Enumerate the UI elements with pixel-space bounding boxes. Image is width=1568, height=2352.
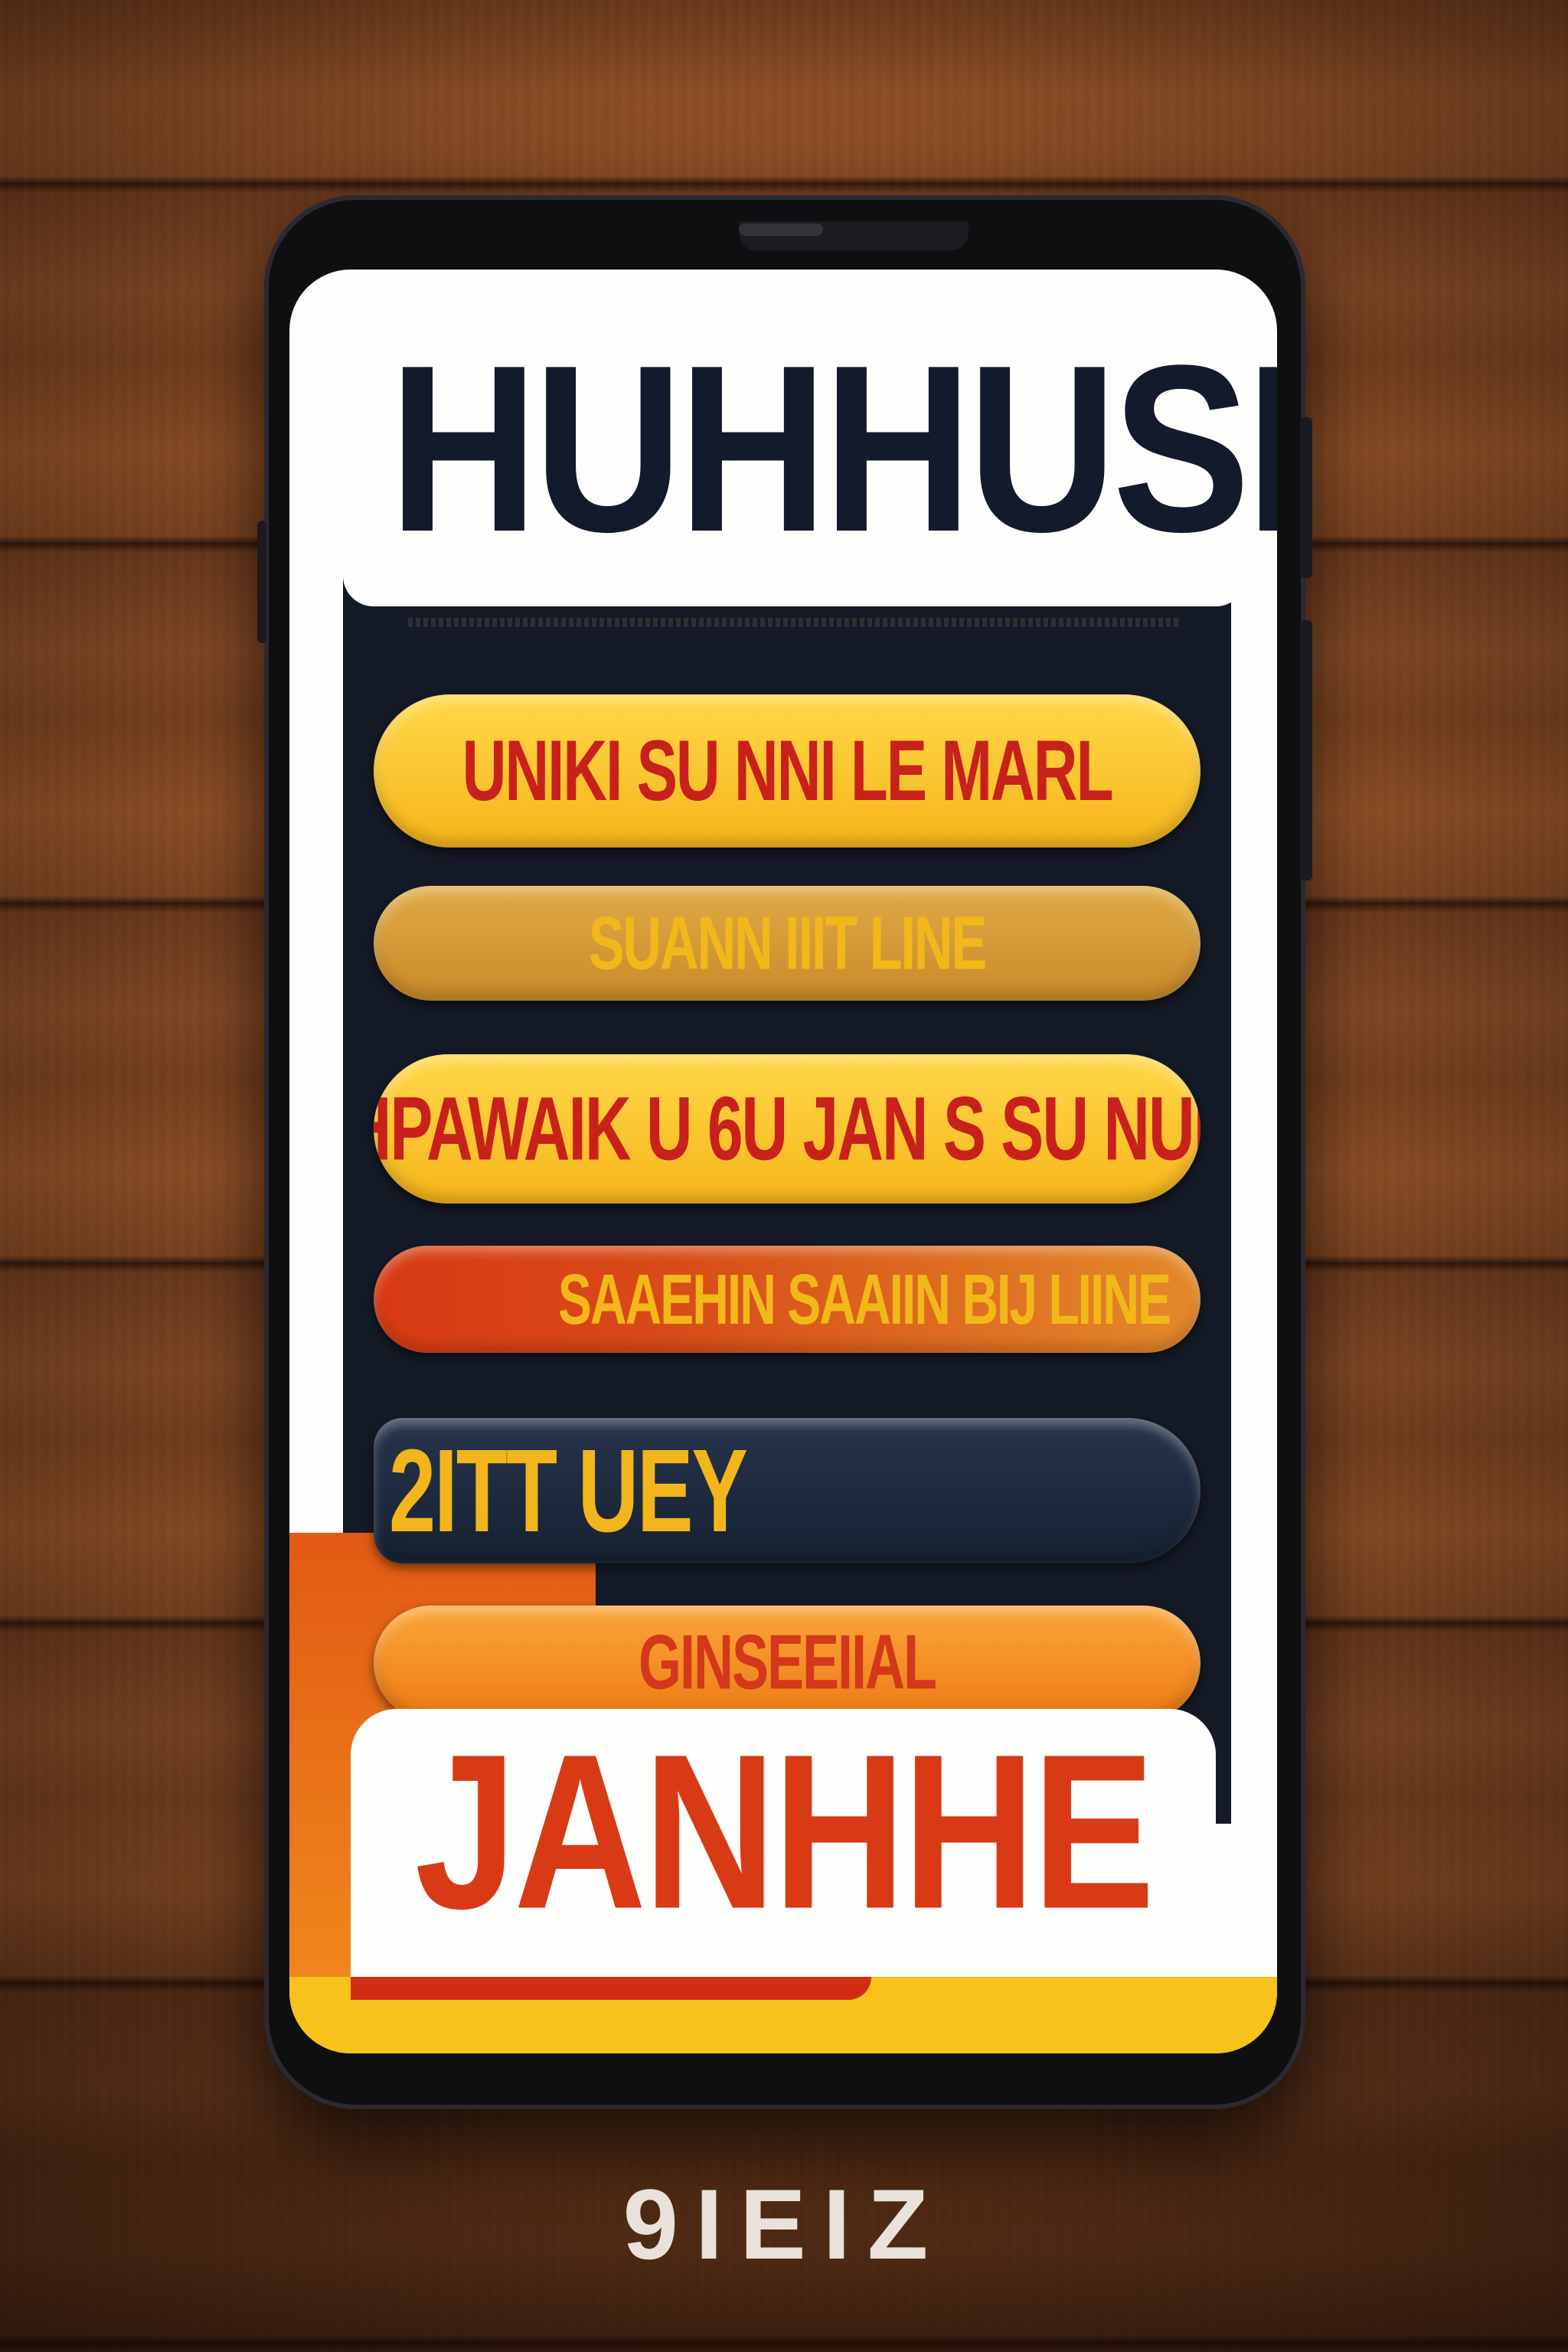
footer-title: JANHHE — [351, 1721, 1216, 1942]
red-footer-band — [351, 1977, 871, 2000]
menu-button-4[interactable]: SAAEHIN SAAIIN BIJ LIINE — [374, 1246, 1200, 1353]
menu-button-label: GINSEEIIAL — [638, 1620, 937, 1706]
menu-button-2[interactable]: SUANN IIIT LINE — [374, 886, 1200, 1001]
brand-wordmark: 9IEIZ — [622, 2168, 946, 2280]
menu-button-5[interactable]: 2ITT UEY — [374, 1418, 1200, 1563]
title-underline — [408, 618, 1181, 627]
phone-screen: HUHHUSE UNIKI SU NNI LE MARL SUANN IIIT … — [289, 270, 1277, 2053]
menu-button-label: TIHPAWAIK U 6U JAN S SU NUNN — [374, 1078, 1200, 1179]
menu-button-label: SUANN IIIT LINE — [588, 901, 987, 985]
volume-button — [1300, 417, 1312, 578]
footer-card: JANHHE — [351, 1709, 1216, 1977]
header-card: HUHHUSE — [343, 285, 1277, 627]
app-title: HUHHUSE — [389, 316, 1277, 582]
menu-button-6[interactable]: GINSEEIIAL — [374, 1606, 1200, 1720]
footer-title-text: JANHHE — [414, 1708, 1155, 1955]
speaker-grille — [739, 224, 823, 236]
menu-button-label: UNIKI SU NNI LE MARL — [462, 723, 1114, 818]
menu-button-label: SAAEHIN SAAIIN BIJ LIINE — [557, 1259, 1171, 1339]
menu-button-1[interactable]: UNIKI SU NNI LE MARL — [374, 694, 1200, 848]
menu-button-3[interactable]: TIHPAWAIK U 6U JAN S SU NUNN — [374, 1054, 1200, 1204]
menu-button-label: 2ITT UEY — [389, 1424, 748, 1557]
mute-switch — [257, 521, 266, 643]
power-button — [1300, 620, 1312, 880]
